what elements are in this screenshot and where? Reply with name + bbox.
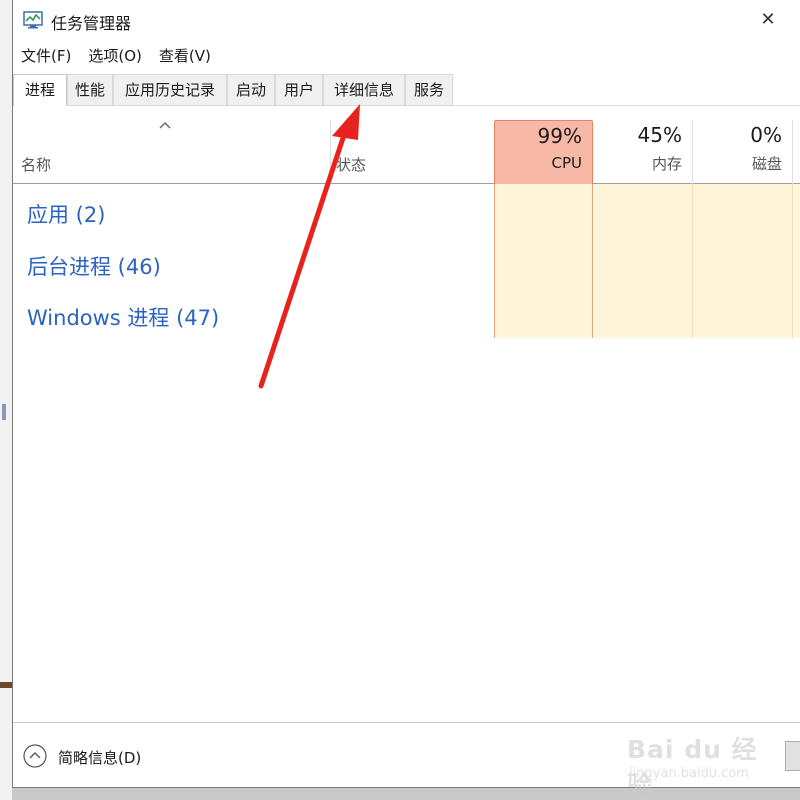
disk-label: 磁盘 [751, 155, 782, 173]
column-divider [330, 120, 331, 184]
cpu-percent: 99% [537, 124, 582, 148]
column-status[interactable]: 状态 [336, 154, 366, 175]
collapse-up-icon[interactable] [23, 744, 47, 768]
menu-view[interactable]: 查看(V) [151, 41, 220, 69]
tab-users[interactable]: 用户 [275, 74, 323, 105]
close-button[interactable]: ✕ [753, 6, 783, 34]
task-manager-window: 任务管理器 ✕ 文件(F) 选项(O) 查看(V) 进程 性能 应用历史记录 启… [12, 0, 800, 800]
tab-details[interactable]: 详细信息 [323, 74, 405, 105]
group-windows[interactable]: Windows 进程 (47) [27, 302, 219, 332]
column-memory[interactable]: 45% 内存 [594, 120, 693, 184]
end-task-button[interactable] [785, 741, 800, 771]
disk-cells [693, 184, 793, 338]
memory-percent: 45% [637, 123, 682, 147]
menu-options[interactable]: 选项(O) [80, 41, 151, 69]
tab-startup[interactable]: 启动 [227, 74, 275, 105]
group-apps[interactable]: 应用 (2) [27, 199, 105, 229]
tab-bar: 进程 性能 应用历史记录 启动 用户 详细信息 服务 [13, 74, 800, 106]
watermark-url: jingyan.baidu.com [629, 766, 749, 781]
memory-cells [594, 184, 693, 338]
desktop-backdrop [0, 0, 12, 800]
desktop-strip [0, 682, 12, 688]
column-name[interactable]: 名称 [21, 154, 51, 175]
tab-app-history[interactable]: 应用历史记录 [113, 74, 227, 105]
tab-services[interactable]: 服务 [405, 74, 453, 105]
column-cpu[interactable]: 99% CPU [494, 120, 593, 184]
group-background[interactable]: 后台进程 (46) [27, 251, 161, 281]
desktop-fragment [2, 404, 6, 420]
column-header: 名称 状态 99% CPU 45% 内存 0% 磁盘 [13, 106, 800, 184]
tab-performance[interactable]: 性能 [67, 74, 113, 105]
baidu-watermark: Bai du 经验 jingyan.baidu.com [617, 714, 777, 800]
menu-bar: 文件(F) 选项(O) 查看(V) [13, 41, 220, 69]
network-cells [794, 184, 800, 338]
close-icon: ✕ [760, 9, 776, 30]
watermark-text: Bai du 经验 [627, 735, 758, 800]
menu-file[interactable]: 文件(F) [13, 41, 80, 69]
sort-up-icon[interactable] [158, 120, 172, 130]
cpu-cells [494, 184, 593, 338]
memory-label: 内存 [651, 155, 682, 173]
disk-percent: 0% [750, 123, 782, 147]
title-bar: 任务管理器 ✕ [13, 0, 800, 40]
cpu-label: CPU [551, 154, 583, 172]
tab-processes[interactable]: 进程 [13, 74, 67, 106]
fewer-details-link[interactable]: 简略信息(D) [58, 747, 141, 768]
window-title: 任务管理器 [51, 14, 132, 33]
task-manager-icon [23, 11, 43, 29]
column-disk[interactable]: 0% 磁盘 [693, 120, 793, 184]
